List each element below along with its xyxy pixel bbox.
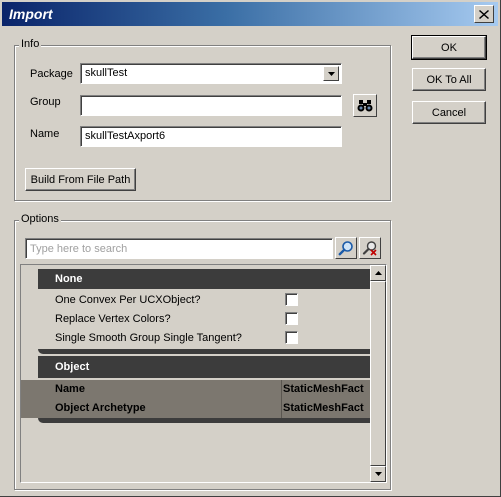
import-dialog: Import Info Package skullTest Group Name…	[0, 0, 501, 497]
info-group-label: Info	[19, 38, 42, 50]
group-field[interactable]	[80, 95, 342, 116]
clear-search-icon	[362, 241, 377, 256]
close-button[interactable]	[474, 5, 494, 23]
build-from-file-path-label: Build From File Path	[30, 173, 131, 186]
property-value: StaticMeshFact	[283, 402, 364, 414]
title-bar[interactable]: Import	[2, 2, 498, 26]
package-label: Package	[30, 68, 73, 80]
property-name: Replace Vertex Colors?	[55, 313, 171, 325]
window-title: Import	[9, 6, 53, 22]
clear-search-button[interactable]	[359, 237, 381, 259]
name-value: skullTestAxport6	[85, 130, 166, 142]
replace-vertex-colors-checkbox[interactable]	[285, 312, 298, 325]
property-row[interactable]: Single Smooth Group Single Tangent?	[21, 329, 372, 348]
search-input[interactable]	[26, 239, 332, 258]
category-name: None	[55, 273, 83, 285]
property-grid[interactable]: None One Convex Per UCXObject? Replace V…	[20, 264, 387, 483]
property-name: Object Archetype	[55, 402, 146, 414]
property-row[interactable]: Replace Vertex Colors?	[21, 310, 372, 329]
single-smooth-group-checkbox[interactable]	[285, 331, 298, 344]
scroll-down-icon	[374, 472, 382, 476]
category-footer	[38, 418, 371, 423]
name-field[interactable]: skullTestAxport6	[80, 126, 342, 147]
scroll-up-button[interactable]	[370, 265, 386, 281]
ok-to-all-label: OK To All	[426, 73, 472, 86]
search-icon	[338, 241, 353, 256]
property-name: Single Smooth Group Single Tangent?	[55, 332, 242, 344]
ok-to-all-button[interactable]: OK To All	[412, 68, 486, 91]
build-from-file-path-button[interactable]: Build From File Path	[25, 168, 136, 191]
binoculars-icon	[357, 99, 373, 111]
column-divider[interactable]	[281, 380, 282, 399]
category-header-object[interactable]: Object	[38, 356, 371, 378]
close-icon	[479, 9, 489, 19]
one-convex-checkbox[interactable]	[285, 293, 298, 306]
name-label: Name	[30, 128, 60, 140]
column-divider[interactable]	[281, 399, 282, 418]
property-row[interactable]: Object Archetype StaticMeshFact	[21, 399, 372, 418]
browse-group-button[interactable]	[353, 94, 377, 117]
property-value: StaticMeshFact	[283, 383, 364, 395]
property-row[interactable]: Name StaticMeshFact	[21, 380, 372, 399]
property-row[interactable]: One Convex Per UCXObject?	[21, 291, 372, 310]
package-dropdown-button[interactable]	[323, 66, 339, 81]
package-value: skullTest	[85, 67, 128, 79]
vertical-scrollbar[interactable]	[370, 265, 386, 482]
category-footer	[38, 349, 371, 354]
search-button[interactable]	[335, 237, 357, 259]
property-name: Name	[55, 383, 85, 395]
scrollbar-thumb[interactable]	[370, 281, 386, 466]
chevron-down-icon	[327, 71, 335, 76]
category-name: Object	[55, 361, 90, 373]
ok-button[interactable]: OK	[411, 35, 487, 60]
package-combobox[interactable]: skullTest	[80, 63, 342, 84]
category-header-none[interactable]: None	[38, 269, 371, 289]
scroll-down-button[interactable]	[370, 466, 386, 482]
cancel-label: Cancel	[431, 106, 467, 119]
ok-label: OK	[441, 41, 457, 54]
scroll-up-icon	[374, 271, 382, 275]
group-label: Group	[30, 96, 61, 108]
search-box[interactable]	[25, 238, 333, 259]
cancel-button[interactable]: Cancel	[412, 101, 486, 124]
property-name: One Convex Per UCXObject?	[55, 294, 201, 306]
options-group-label: Options	[19, 213, 61, 225]
